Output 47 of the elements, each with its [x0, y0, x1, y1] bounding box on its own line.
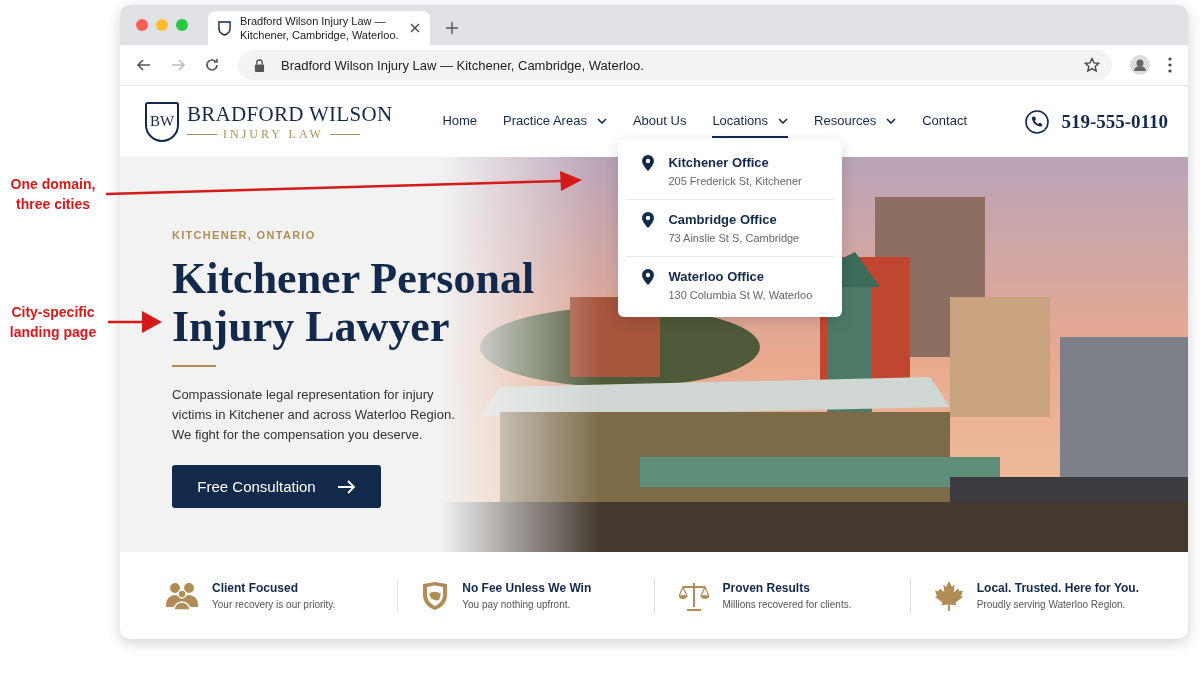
feature-text: Proudly serving Waterloo Region. — [976, 599, 1127, 610]
address-bar[interactable]: Bradford Wilson Injury Law — Kitchener, Cambridge, Waterloo. — [238, 50, 1112, 80]
consultation-button[interactable]: Free Consultation — [172, 465, 381, 508]
nav-link[interactable]: Contact — [922, 105, 967, 138]
people-icon — [166, 581, 198, 610]
map-pin-icon — [642, 269, 655, 285]
annotation-label: One domain, three cities — [9, 175, 97, 214]
logo-tagline: INJURY LAW — [223, 126, 324, 142]
reload-icon[interactable] — [204, 57, 220, 73]
menu-item[interactable]: Cambridge Office 73 Ainslie St S, Cambridge — [626, 200, 835, 257]
feature-title: Proven Results — [722, 581, 811, 595]
map-pin-icon — [642, 212, 655, 228]
nav-link[interactable]: About Us — [632, 105, 687, 138]
back-icon[interactable] — [136, 57, 152, 73]
arrow-icon — [337, 479, 356, 494]
location-eyebrow: KITCHENER, ONTARIO — [172, 229, 317, 241]
feature-text: You pay nothing upfront. — [462, 599, 572, 610]
menu-item[interactable]: Kitchener Office 205 Frederick St, Kitchener — [626, 143, 835, 200]
hero-description: Compassionate legal representation for injury victims in Kitchener and across Waterloo Region. We fight for the compensation you deserve. — [172, 386, 456, 444]
close-icon[interactable] — [410, 23, 420, 33]
feature-title: Client Focused — [212, 581, 299, 595]
nav-link[interactable]: Home — [442, 105, 478, 138]
feature-title: No Fee Unless We Win — [462, 581, 592, 595]
phone-number[interactable]: 519-555-0110 — [1061, 110, 1168, 133]
map-pin-icon — [642, 155, 655, 171]
phone-icon — [1025, 109, 1050, 134]
menu-icon[interactable] — [1168, 57, 1172, 73]
logo-monogram: BW — [145, 101, 179, 142]
browser-tab[interactable]: Bradford Wilson Injury Law — Kitchener, Cambridge, Waterloo. — [208, 11, 430, 45]
annotation-arrow — [108, 311, 162, 333]
nav-link[interactable]: Practice Areas — [503, 105, 607, 138]
nav-link[interactable]: Resources — [814, 105, 897, 138]
star-icon[interactable] — [1084, 57, 1100, 73]
shield-icon — [422, 580, 449, 611]
shield-icon — [218, 20, 231, 36]
page-heading: Kitchener Personal Injury Lawyer — [172, 255, 536, 351]
lock-icon — [254, 58, 265, 72]
scales-icon — [678, 580, 709, 611]
feature-text: Your recovery is our priority. — [212, 599, 336, 610]
new-tab-icon[interactable] — [446, 22, 458, 34]
menu-item[interactable]: Waterloo Office 130 Columbia St W, Waterloo — [626, 257, 835, 313]
feature-text: Millions recovered for clients. — [722, 599, 852, 610]
annotation-label: City-specific landing page — [8, 303, 98, 342]
maple-leaf-icon — [934, 580, 963, 611]
logo-name: BRADFORD WILSON — [187, 101, 393, 127]
profile-icon[interactable] — [1130, 55, 1150, 75]
feature-title: Local. Trusted. Here for You. — [976, 581, 1139, 595]
